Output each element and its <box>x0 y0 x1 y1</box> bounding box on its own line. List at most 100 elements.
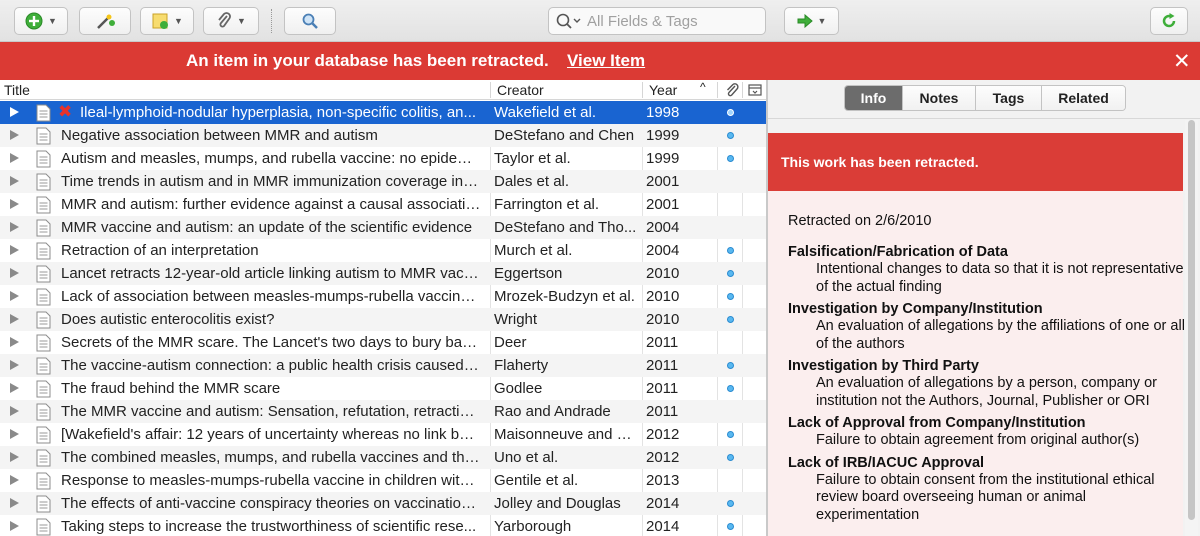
item-title: Taking steps to increase the trustworthi… <box>61 518 477 535</box>
disclosure-triangle-icon[interactable] <box>10 521 19 531</box>
table-row[interactable]: Does autistic enterocolitis exist? Wright… <box>0 308 766 331</box>
retraction-banner: An item in your database has been retrac… <box>0 42 1200 80</box>
disclosure-triangle-icon[interactable] <box>10 107 19 117</box>
table-row[interactable]: Lack of association between measles-mump… <box>0 285 766 308</box>
search-field[interactable]: All Fields & Tags <box>548 7 766 35</box>
disclosure-triangle-icon[interactable] <box>10 291 19 301</box>
tab-related[interactable]: Related <box>1042 86 1125 110</box>
attachment-dot-icon[interactable] <box>727 500 734 507</box>
column-divider <box>642 82 643 98</box>
disclosure-triangle-icon[interactable] <box>10 452 19 462</box>
attachment-dot-icon[interactable] <box>727 293 734 300</box>
scrollbar-thumb[interactable] <box>1188 120 1195 520</box>
tab-info[interactable]: Info <box>845 86 903 110</box>
disclosure-triangle-icon[interactable] <box>10 383 19 393</box>
column-divider <box>490 82 491 98</box>
attachment-dot-icon[interactable] <box>727 385 734 392</box>
paperclip-icon[interactable] <box>725 83 739 97</box>
disclosure-triangle-icon[interactable] <box>10 314 19 324</box>
column-header-title[interactable]: Title <box>4 82 30 98</box>
sync-icon <box>1162 13 1176 28</box>
attachment-dot-icon[interactable] <box>727 523 734 530</box>
item-year: 2011 <box>646 334 679 351</box>
item-year: 2010 <box>646 288 680 305</box>
attachment-dot-icon[interactable] <box>727 316 734 323</box>
disclosure-triangle-icon[interactable] <box>10 245 19 255</box>
retraction-reason: Investigation by Company/Institution An e… <box>788 301 1185 353</box>
disclosure-triangle-icon[interactable] <box>10 130 19 140</box>
item-title: Retraction of an interpretation <box>61 242 259 259</box>
disclosure-triangle-icon[interactable] <box>10 176 19 186</box>
sync-button[interactable] <box>1150 7 1188 35</box>
table-row[interactable]: MMR and autism: further evidence against… <box>0 193 766 216</box>
table-row[interactable]: The effects of anti-vaccine conspiracy t… <box>0 492 766 515</box>
disclosure-triangle-icon[interactable] <box>10 360 19 370</box>
item-title: Secrets of the MMR scare. The Lancet's t… <box>61 334 481 351</box>
close-icon[interactable]: ✕ <box>1173 49 1191 74</box>
tab-tags[interactable]: Tags <box>976 86 1042 110</box>
table-row[interactable]: Lancet retracts 12-year-old article link… <box>0 262 766 285</box>
table-row[interactable]: [Wakefield's affair: 12 years of uncerta… <box>0 423 766 446</box>
sort-ascending-icon[interactable]: ^ <box>700 80 706 94</box>
add-by-identifier-button[interactable] <box>79 7 131 35</box>
view-item-link[interactable]: View Item <box>567 51 645 71</box>
new-item-button[interactable]: ▼ <box>14 7 68 35</box>
disclosure-triangle-icon[interactable] <box>10 429 19 439</box>
item-creator: Rao and Andrade <box>494 403 611 420</box>
item-creator: Mrozek-Budzyn et al. <box>494 288 635 305</box>
disclosure-triangle-icon[interactable] <box>10 153 19 163</box>
table-row[interactable]: The MMR vaccine and autism: Sensation, r… <box>0 400 766 423</box>
disclosure-triangle-icon[interactable] <box>10 337 19 347</box>
retraction-notice: This work has been retracted. <box>768 133 1183 191</box>
column-header-creator[interactable]: Creator <box>497 82 544 98</box>
item-year: 2013 <box>646 472 680 489</box>
add-attachment-button[interactable]: ▼ <box>203 7 259 35</box>
tab-notes[interactable]: Notes <box>903 86 976 110</box>
table-row[interactable]: MMR vaccine and autism: an update of the… <box>0 216 766 239</box>
table-row[interactable]: Secrets of the MMR scare. The Lancet's t… <box>0 331 766 354</box>
item-year: 2012 <box>646 426 680 443</box>
column-picker-icon[interactable] <box>748 83 762 97</box>
attachment-dot-icon[interactable] <box>727 454 734 461</box>
table-row[interactable]: The combined measles, mumps, and rubella… <box>0 446 766 469</box>
scrollbar[interactable] <box>1185 120 1198 536</box>
attachment-dot-icon[interactable] <box>727 431 734 438</box>
disclosure-triangle-icon[interactable] <box>10 498 19 508</box>
advanced-search-button[interactable] <box>284 7 336 35</box>
disclosure-triangle-icon[interactable] <box>10 222 19 232</box>
attachment-dot-icon[interactable] <box>727 155 734 162</box>
item-creator: Deer <box>494 334 527 351</box>
table-row[interactable]: The fraud behind the MMR scare Godlee 2011 <box>0 377 766 400</box>
document-icon <box>36 104 51 122</box>
disclosure-triangle-icon[interactable] <box>10 475 19 485</box>
items-list: ✖ Ileal-lymphoid-nodular hyperplasia, non… <box>0 101 766 536</box>
table-row[interactable]: Time trends in autism and in MMR immuniz… <box>0 170 766 193</box>
item-creator: Uno et al. <box>494 449 559 466</box>
item-creator: Dales et al. <box>494 173 570 190</box>
table-row[interactable]: The vaccine-autism connection: a public … <box>0 354 766 377</box>
attachment-dot-icon[interactable] <box>727 132 734 139</box>
table-row[interactable]: ✖ Ileal-lymphoid-nodular hyperplasia, non… <box>0 101 766 124</box>
disclosure-triangle-icon[interactable] <box>10 268 19 278</box>
table-row[interactable]: Autism and measles, mumps, and rubella v… <box>0 147 766 170</box>
attachment-dot-icon[interactable] <box>727 109 734 116</box>
table-row[interactable]: Response to measles-mumps-rubella vaccin… <box>0 469 766 492</box>
disclosure-triangle-icon[interactable] <box>10 199 19 209</box>
document-icon <box>36 495 51 513</box>
table-row[interactable]: Taking steps to increase the trustworthi… <box>0 515 766 536</box>
attachment-dot-icon[interactable] <box>727 270 734 277</box>
attachment-dot-icon[interactable] <box>727 362 734 369</box>
document-icon <box>36 334 51 352</box>
attachment-dot-icon[interactable] <box>727 247 734 254</box>
disclosure-triangle-icon[interactable] <box>10 406 19 416</box>
item-year: 2012 <box>646 449 680 466</box>
table-row[interactable]: Negative association between MMR and aut… <box>0 124 766 147</box>
table-row[interactable]: Retraction of an interpretation Murch et … <box>0 239 766 262</box>
column-header-year[interactable]: Year <box>649 82 677 98</box>
document-icon <box>36 242 51 260</box>
locate-button[interactable]: ▼ <box>784 7 839 35</box>
document-icon <box>36 472 51 490</box>
new-note-button[interactable]: ▼ <box>140 7 194 35</box>
reason-description: Intentional changes to data so that it i… <box>816 261 1184 295</box>
retraction-reason: Lack of IRB/IACUC Approval Failure to obt… <box>788 455 1183 525</box>
